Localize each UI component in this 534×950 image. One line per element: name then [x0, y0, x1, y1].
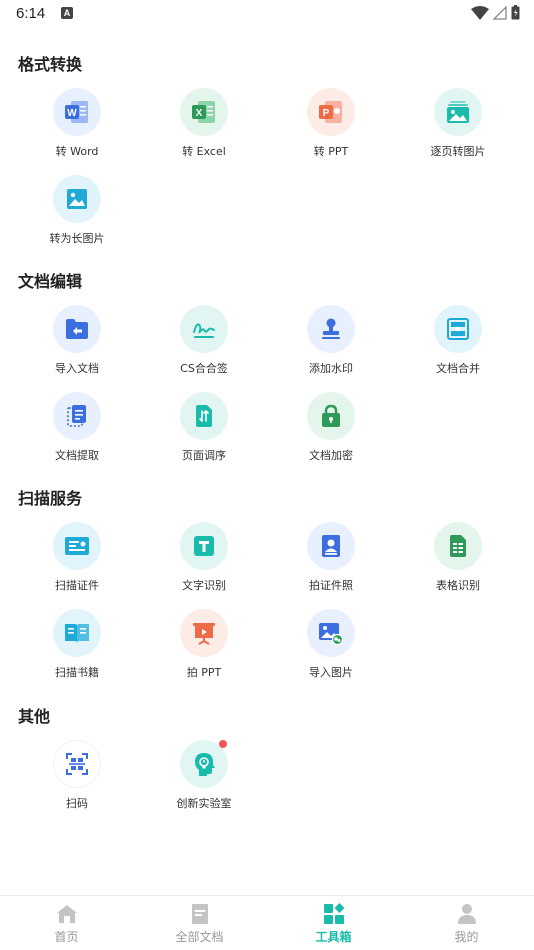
- tool-label: 文档加密: [309, 449, 353, 462]
- tool-label: 页面调序: [182, 449, 226, 462]
- tool-label: CS合合签: [180, 362, 228, 375]
- excel-icon: X: [180, 88, 228, 136]
- signature-icon: [180, 305, 228, 353]
- nav-profile[interactable]: 我的: [400, 896, 533, 950]
- id-card-icon: [53, 522, 101, 570]
- tool-book-scan[interactable]: 扫描书籍: [12, 609, 142, 689]
- tool-label: 创新实验室: [176, 797, 232, 810]
- word-icon: W: [53, 88, 101, 136]
- tool-text-recognition[interactable]: 文字识别: [139, 522, 269, 602]
- svg-text:W: W: [67, 108, 77, 119]
- tool-pages-to-image[interactable]: 逐页转图片: [393, 88, 523, 168]
- tool-label: 逐页转图片: [430, 145, 486, 158]
- ppt-capture-icon: [180, 609, 228, 657]
- nav-label: 我的: [454, 930, 479, 944]
- tool-label: 扫码: [66, 797, 88, 810]
- tool-reorder[interactable]: 页面调序: [139, 392, 269, 472]
- id-photo-icon: [307, 522, 355, 570]
- tool-label: 文字识别: [182, 579, 226, 592]
- section-title: 文档编辑: [18, 272, 83, 291]
- tool-label: 文档提取: [55, 449, 99, 462]
- tool-label: 转为长图片: [49, 232, 105, 245]
- tool-to-word[interactable]: W 转 Word: [12, 88, 142, 168]
- pages-to-image-icon: [434, 88, 482, 136]
- tool-import-doc[interactable]: 导入文档: [12, 305, 142, 385]
- tool-label: 表格识别: [436, 579, 480, 592]
- status-time: 6:14: [16, 5, 46, 22]
- svg-text:X: X: [196, 108, 203, 119]
- tool-label: 添加水印: [309, 362, 353, 375]
- tool-innovation-lab[interactable]: 创新实验室: [139, 740, 269, 820]
- table-recognition-icon: [434, 522, 482, 570]
- tool-label: 转 PPT: [313, 145, 349, 158]
- tool-long-image[interactable]: 转为长图片: [12, 175, 142, 255]
- tool-scan-id[interactable]: 扫描证件: [12, 522, 142, 602]
- notification-icon: A: [61, 7, 73, 19]
- tool-ppt-capture[interactable]: 拍 PPT: [139, 609, 269, 689]
- qr-scan-icon: [53, 740, 101, 788]
- section-title: 其他: [18, 707, 51, 726]
- new-badge-dot: [219, 740, 227, 748]
- import-image-icon: [307, 609, 355, 657]
- lock-icon: [307, 392, 355, 440]
- signal-icon: [493, 5, 507, 20]
- tool-encrypt[interactable]: 文档加密: [266, 392, 396, 472]
- tool-qr-scan[interactable]: 扫码: [12, 740, 142, 820]
- long-image-icon: [53, 175, 101, 223]
- wifi-icon: [471, 5, 489, 20]
- tool-label: 转 Excel: [182, 145, 226, 158]
- toolbox-icon: [323, 903, 345, 925]
- book-scan-icon: [53, 609, 101, 657]
- tool-table-recognition[interactable]: 表格识别: [393, 522, 523, 602]
- tool-import-image[interactable]: 导入图片: [266, 609, 396, 689]
- status-bar: 6:14 A: [0, 0, 534, 28]
- stamp-icon: [307, 305, 355, 353]
- tool-id-photo[interactable]: 拍证件照: [266, 522, 396, 602]
- section-title: 格式转换: [18, 55, 83, 74]
- status-indicators: [471, 5, 520, 20]
- tool-label: 扫描证件: [55, 579, 99, 592]
- nav-toolbox[interactable]: 工具箱: [267, 896, 400, 950]
- nav-label: 首页: [54, 930, 79, 944]
- tool-label: 转 Word: [55, 145, 99, 158]
- ppt-icon: P: [307, 88, 355, 136]
- bottom-navigation: 首页 全部文档 工具箱 我的: [0, 895, 534, 950]
- home-icon: [56, 903, 78, 925]
- nav-all-documents[interactable]: 全部文档: [133, 896, 266, 950]
- tool-to-excel[interactable]: X 转 Excel: [139, 88, 269, 168]
- text-recognition-icon: [180, 522, 228, 570]
- section-title: 扫描服务: [18, 489, 83, 508]
- tool-extract[interactable]: 文档提取: [12, 392, 142, 472]
- import-doc-icon: [53, 305, 101, 353]
- profile-icon: [456, 903, 478, 925]
- tool-watermark[interactable]: 添加水印: [266, 305, 396, 385]
- tool-label: 导入文档: [55, 362, 99, 375]
- tool-label: 导入图片: [309, 666, 353, 679]
- merge-icon: [434, 305, 482, 353]
- reorder-icon: [180, 392, 228, 440]
- nav-label: 全部文档: [175, 930, 224, 944]
- tool-merge[interactable]: 文档合并: [393, 305, 523, 385]
- nav-label: 工具箱: [315, 930, 352, 944]
- battery-icon: [511, 5, 520, 20]
- tool-label: 扫描书籍: [55, 666, 99, 679]
- svg-text:P: P: [323, 108, 330, 119]
- nav-home[interactable]: 首页: [0, 896, 133, 950]
- documents-icon: [189, 903, 211, 925]
- tool-to-ppt[interactable]: P 转 PPT: [266, 88, 396, 168]
- tool-signature[interactable]: CS合合签: [139, 305, 269, 385]
- extract-icon: [53, 392, 101, 440]
- tool-label: 拍证件照: [309, 579, 353, 592]
- tool-label: 拍 PPT: [186, 666, 222, 679]
- tool-label: 文档合并: [436, 362, 480, 375]
